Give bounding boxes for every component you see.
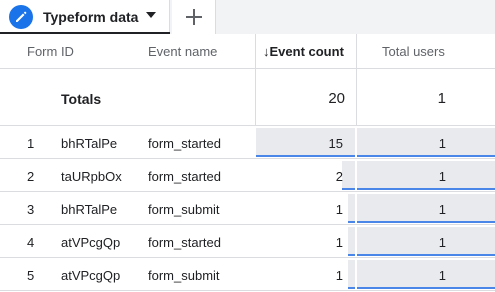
event-name-cell: form_started [148,235,221,250]
data-table: Form ID Event name ↓Event count Total us… [0,34,495,291]
event-count-cell: 1 [335,268,343,283]
column-divider [255,34,256,69]
total-users-cell: 1 [438,136,446,151]
event-count-bar-line [348,254,355,256]
form-id-cell: atVPcgQp [61,235,121,250]
totals-row: Totals 20 1 [0,69,495,126]
table-row[interactable]: 1 bhRTalPe form_started 15 1 [0,126,495,159]
total-users-bar-line [357,221,495,223]
event-count-bar [348,194,355,222]
event-count-bar-line [348,221,355,223]
table-body: 1 bhRTalPe form_started 15 1 2 taURpbOx form_st… [0,126,495,291]
header-form-id[interactable]: Form ID [27,44,74,59]
table-row[interactable]: 5 atVPcgQp form_submit 1 1 [0,258,495,291]
table-header: Form ID Event name ↓Event count Total us… [0,34,495,69]
event-count-bar [348,260,355,288]
event-count-bar [348,227,355,255]
event-count-cell: 1 [335,235,343,250]
total-users-cell: 1 [438,268,446,283]
total-users-bar-line [357,287,495,289]
table-row[interactable]: 4 atVPcgQp form_started 1 1 [0,225,495,258]
tab-typeform-data[interactable]: Typeform data [0,0,170,34]
totals-event-count: 20 [328,90,345,107]
total-users-bar-line [357,254,495,256]
event-name-cell: form_started [148,169,221,184]
row-index: 4 [27,235,35,250]
total-users-cell: 1 [438,169,446,184]
total-users-cell: 1 [438,202,446,217]
event-count-cell: 15 [328,136,343,151]
table-row[interactable]: 2 taURpbOx form_started 2 1 [0,159,495,192]
form-id-cell: atVPcgQp [61,268,121,283]
form-id-cell: bhRTalPe [61,136,118,151]
table-row[interactable]: 3 bhRTalPe form_submit 1 1 [0,192,495,225]
tab-title[interactable]: Typeform data [43,9,138,25]
totals-label: Totals [61,91,102,107]
event-name-cell: form_started [148,136,221,151]
event-name-cell: form_submit [148,202,220,217]
tab-bar: Typeform data [0,0,495,34]
column-divider [356,34,357,69]
row-index: 2 [27,169,35,184]
event-count-bar-line [342,188,355,190]
row-index: 5 [27,268,35,283]
total-users-bar-line [357,188,495,190]
pencil-icon[interactable] [9,5,33,29]
row-index: 1 [27,136,35,151]
add-tab-button[interactable] [172,0,216,34]
header-event-count[interactable]: ↓Event count [263,44,344,59]
event-count-bar [342,161,355,189]
event-count-cell: 1 [335,202,343,217]
form-id-cell: bhRTalPe [61,202,118,217]
totals-total-users: 1 [437,90,446,107]
header-total-users[interactable]: Total users [382,44,445,59]
event-name-cell: form_submit [148,268,220,283]
caret-down-icon[interactable] [146,12,156,18]
row-divider [0,290,495,291]
total-users-bar-line [357,155,495,157]
header-event-name[interactable]: Event name [148,44,217,59]
form-id-cell: taURpbOx [61,169,122,184]
total-users-cell: 1 [438,235,446,250]
event-count-cell: 2 [335,169,343,184]
event-count-bar-line [348,287,355,289]
plus-icon [186,9,202,25]
event-count-bar-line [256,155,355,157]
row-index: 3 [27,202,35,217]
